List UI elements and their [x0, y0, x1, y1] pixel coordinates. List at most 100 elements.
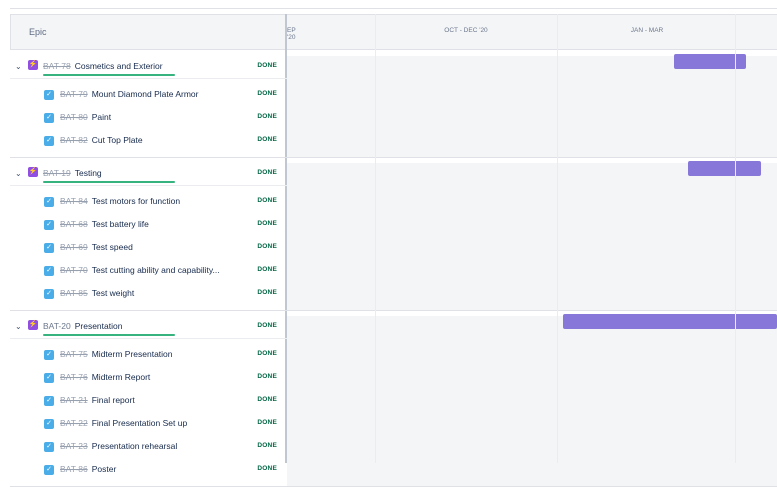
task-summary[interactable]: Test cutting ability and capability... [92, 265, 220, 275]
task-summary[interactable]: Presentation rehearsal [92, 441, 178, 451]
epic-row[interactable]: ⌄ ⚡ BAT-20 Presentation DONE [10, 316, 287, 339]
epic-key[interactable]: BAT-19 [43, 168, 71, 178]
checkbox-task-icon: ✓ [44, 136, 54, 146]
task-row[interactable]: ✓ BAT-85 Test weight DONE [10, 283, 287, 306]
task-row[interactable]: ✓ BAT-69 Test speed DONE [10, 237, 287, 260]
status-badge: DONE [257, 396, 277, 403]
task-summary[interactable]: Test weight [92, 288, 135, 298]
epic-key[interactable]: BAT-20 [43, 321, 71, 331]
task-summary[interactable]: Poster [92, 464, 117, 474]
task-key[interactable]: BAT-70 [60, 265, 88, 275]
epic-icon: ⚡ [28, 320, 38, 330]
checkbox-task-icon: ✓ [44, 289, 54, 299]
timeline-header: EP '20 OCT - DEC '20 JAN - MAR [287, 14, 777, 50]
checkbox-task-icon: ✓ [44, 113, 54, 123]
status-badge: DONE [257, 136, 277, 143]
task-summary[interactable]: Final Presentation Set up [92, 418, 187, 428]
checkbox-task-icon: ✓ [44, 243, 54, 253]
epic-summary[interactable]: Cosmetics and Exterior [75, 61, 163, 71]
task-row[interactable]: ✓ BAT-22 Final Presentation Set up DONE [10, 413, 287, 436]
task-summary[interactable]: Test battery life [92, 219, 149, 229]
status-badge: DONE [257, 197, 277, 204]
task-summary[interactable]: Test motors for function [92, 196, 180, 206]
task-summary[interactable]: Test speed [92, 242, 133, 252]
task-key[interactable]: BAT-69 [60, 242, 88, 252]
epic-column-header: Epic [10, 14, 285, 50]
status-badge: DONE [257, 243, 277, 250]
task-row[interactable]: ✓ BAT-84 Test motors for function DONE [10, 191, 287, 214]
task-summary[interactable]: Midterm Presentation [92, 349, 173, 359]
epic-timeline-bar[interactable] [563, 314, 777, 329]
task-row[interactable]: ✓ BAT-76 Midterm Report DONE [10, 367, 287, 390]
epic-icon: ⚡ [28, 60, 38, 70]
timeline-separator [287, 310, 777, 311]
task-row[interactable]: ✓ BAT-82 Cut Top Plate DONE [10, 130, 287, 153]
checkbox-task-icon: ✓ [44, 373, 54, 383]
month-label-sep: EP '20 [287, 27, 296, 41]
status-badge: DONE [257, 373, 277, 380]
task-summary[interactable]: Paint [92, 112, 111, 122]
task-row[interactable]: ✓ BAT-70 Test cutting ability and capabili… [10, 260, 287, 283]
month-gridline [735, 14, 736, 463]
epic-row[interactable]: ⌄ ⚡ BAT-78 Cosmetics and Exterior DONE [10, 56, 287, 79]
task-key[interactable]: BAT-79 [60, 89, 88, 99]
task-key[interactable]: BAT-21 [60, 395, 88, 405]
month-gridline [557, 14, 558, 463]
task-row[interactable]: ✓ BAT-21 Final report DONE [10, 390, 287, 413]
task-key[interactable]: BAT-23 [60, 441, 88, 451]
status-badge: DONE [257, 62, 277, 69]
epic-timeline-bar[interactable] [688, 161, 761, 176]
checkbox-task-icon: ✓ [44, 266, 54, 276]
timeline-epic-band [287, 56, 777, 158]
task-summary[interactable]: Cut Top Plate [92, 135, 143, 145]
task-key[interactable]: BAT-22 [60, 418, 88, 428]
epic-row[interactable]: ⌄ ⚡ BAT-19 Testing DONE [10, 163, 287, 186]
task-summary[interactable]: Mount Diamond Plate Armor [92, 89, 199, 99]
task-key[interactable]: BAT-84 [60, 196, 88, 206]
task-key[interactable]: BAT-80 [60, 112, 88, 122]
month-gridline [375, 14, 376, 463]
task-key[interactable]: BAT-82 [60, 135, 88, 145]
task-key[interactable]: BAT-68 [60, 219, 88, 229]
chevron-down-icon[interactable]: ⌄ [15, 323, 22, 331]
checkbox-task-icon: ✓ [44, 465, 54, 475]
checkbox-task-icon: ✓ [44, 396, 54, 406]
epic-separator [10, 157, 287, 158]
task-summary[interactable]: Final report [92, 395, 135, 405]
task-row[interactable]: ✓ BAT-79 Mount Diamond Plate Armor DONE [10, 84, 287, 107]
checkbox-task-icon: ✓ [44, 442, 54, 452]
epic-progress-bar [43, 74, 175, 76]
task-row[interactable]: ✓ BAT-68 Test battery life DONE [10, 214, 287, 237]
task-row[interactable]: ✓ BAT-75 Midterm Presentation DONE [10, 344, 287, 367]
epic-column-title: Epic [29, 27, 47, 37]
checkbox-task-icon: ✓ [44, 220, 54, 230]
task-summary[interactable]: Midterm Report [92, 372, 151, 382]
status-badge: DONE [257, 322, 277, 329]
status-badge: DONE [257, 419, 277, 426]
epic-summary[interactable]: Presentation [75, 321, 123, 331]
timeline-panel: EP '20 OCT - DEC '20 JAN - MAR [287, 14, 777, 487]
chevron-down-icon[interactable]: ⌄ [15, 63, 22, 71]
month-label-jan-mar: JAN - MAR [630, 27, 664, 34]
status-badge: DONE [257, 442, 277, 449]
chevron-down-icon[interactable]: ⌄ [15, 170, 22, 178]
epic-separator [10, 310, 287, 311]
task-key[interactable]: BAT-76 [60, 372, 88, 382]
month-label-oct-dec: OCT - DEC '20 [444, 27, 488, 34]
status-badge: DONE [257, 266, 277, 273]
status-badge: DONE [257, 169, 277, 176]
timeline-epic-band [287, 316, 777, 487]
task-key[interactable]: BAT-85 [60, 288, 88, 298]
epic-list-panel: Epic ⌄ ⚡ BAT-78 Cosmetics and Exterior DONE ✓… [10, 14, 287, 487]
epic-progress-bar [43, 181, 175, 183]
task-row[interactable]: ✓ BAT-23 Presentation rehearsal DONE [10, 436, 287, 459]
task-key[interactable]: BAT-86 [60, 464, 88, 474]
status-badge: DONE [257, 90, 277, 97]
status-badge: DONE [257, 113, 277, 120]
task-row[interactable]: ✓ BAT-80 Paint DONE [10, 107, 287, 130]
task-row[interactable]: ✓ BAT-86 Poster DONE [10, 459, 287, 482]
top-divider [10, 8, 777, 9]
task-key[interactable]: BAT-75 [60, 349, 88, 359]
epic-key[interactable]: BAT-78 [43, 61, 71, 71]
epic-summary[interactable]: Testing [75, 168, 102, 178]
